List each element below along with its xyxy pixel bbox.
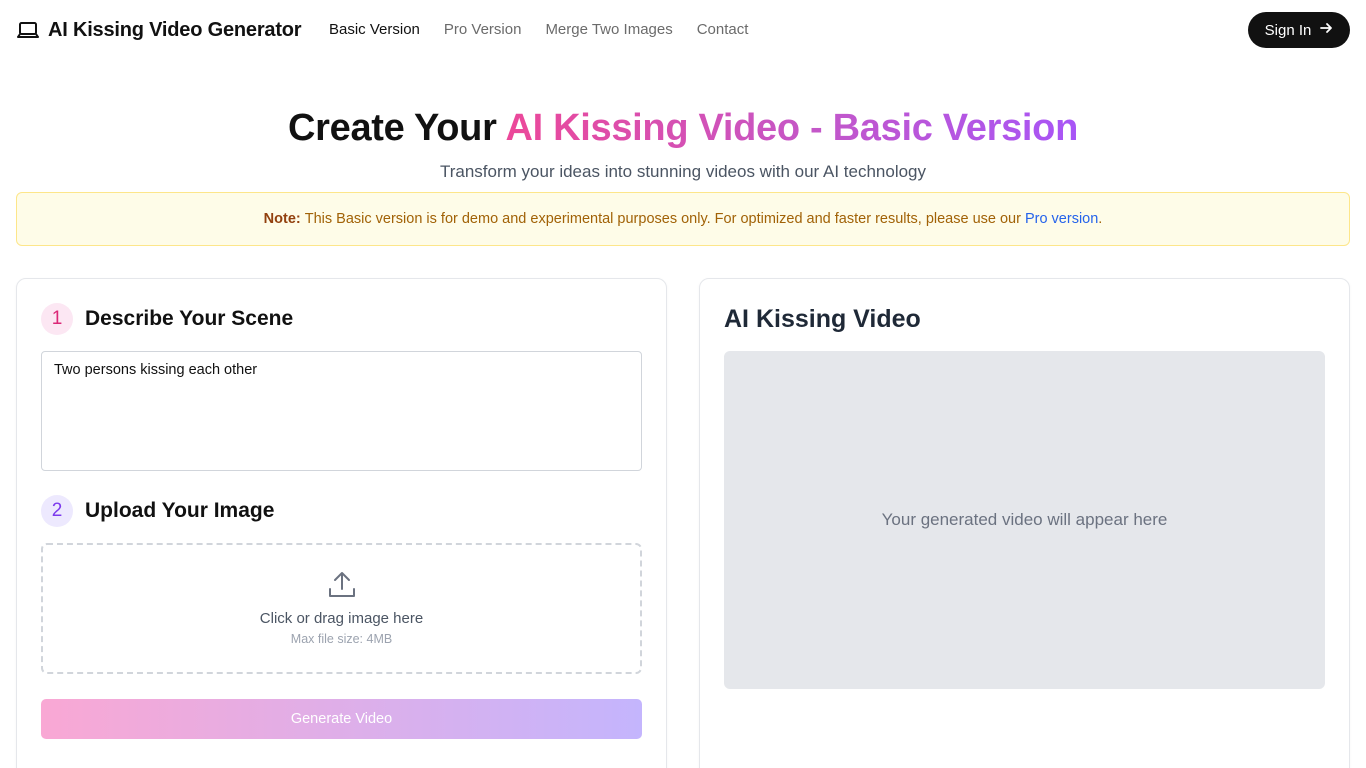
step-upload-image: 2 Upload Your Image <box>41 495 274 527</box>
nav-basic-version[interactable]: Basic Version <box>329 20 420 40</box>
dropzone-size-hint: Max file size: 4MB <box>290 632 393 646</box>
step-title-describe: Describe Your Scene <box>85 307 294 330</box>
upload-icon <box>326 569 358 601</box>
arrow-right-icon <box>1319 21 1333 39</box>
video-placeholder-text: Your generated video will appear here <box>881 510 1168 529</box>
title-highlight: AI Kissing Video - Basic Version <box>505 107 1078 149</box>
input-card: 1 Describe Your Scene Two persons kissin… <box>16 278 667 768</box>
laptop-icon <box>17 17 39 43</box>
main-nav: Basic Version Pro Version Merge Two Imag… <box>329 20 748 40</box>
pro-version-link[interactable]: Pro version <box>1025 211 1098 227</box>
image-dropzone[interactable]: Click or drag image here Max file size: … <box>41 543 642 674</box>
step-number-2: 2 <box>41 495 73 527</box>
output-card: AI Kissing Video Your generated video wi… <box>699 278 1350 768</box>
step-number-1: 1 <box>41 303 73 335</box>
page-subtitle: Transform your ideas into stunning video… <box>439 162 927 181</box>
step-describe-scene: 1 Describe Your Scene <box>41 303 293 335</box>
nav-pro-version[interactable]: Pro Version <box>444 20 522 40</box>
title-prefix: Create Your <box>287 107 506 149</box>
sign-in-label: Sign In <box>1264 21 1312 39</box>
scene-prompt-input[interactable]: Two persons kissing each other <box>41 351 642 471</box>
output-title: AI Kissing Video <box>724 305 921 333</box>
step-title-upload: Upload Your Image <box>85 499 275 522</box>
note-text: This Basic version is for demo and exper… <box>304 211 1021 227</box>
note-label: Note: <box>263 211 301 227</box>
nav-contact[interactable]: Contact <box>697 20 749 40</box>
dropzone-text: Click or drag image here <box>259 610 424 627</box>
page-title: Create Your AI Kissing Video - Basic Ver… <box>0 104 1366 152</box>
top-nav-bar: AI Kissing Video Generator Basic Version… <box>0 0 1366 60</box>
sign-in-button[interactable]: Sign In <box>1248 12 1350 48</box>
note-banner: Note: This Basic version is for demo and… <box>16 192 1350 246</box>
brand-title: AI Kissing Video Generator <box>48 19 302 41</box>
video-preview-area: Your generated video will appear here <box>724 351 1325 689</box>
generate-video-button[interactable]: Generate Video <box>41 699 642 739</box>
note-suffix: . <box>1098 211 1103 227</box>
brand[interactable]: AI Kissing Video Generator <box>17 17 302 43</box>
nav-merge-two-images[interactable]: Merge Two Images <box>545 20 672 40</box>
